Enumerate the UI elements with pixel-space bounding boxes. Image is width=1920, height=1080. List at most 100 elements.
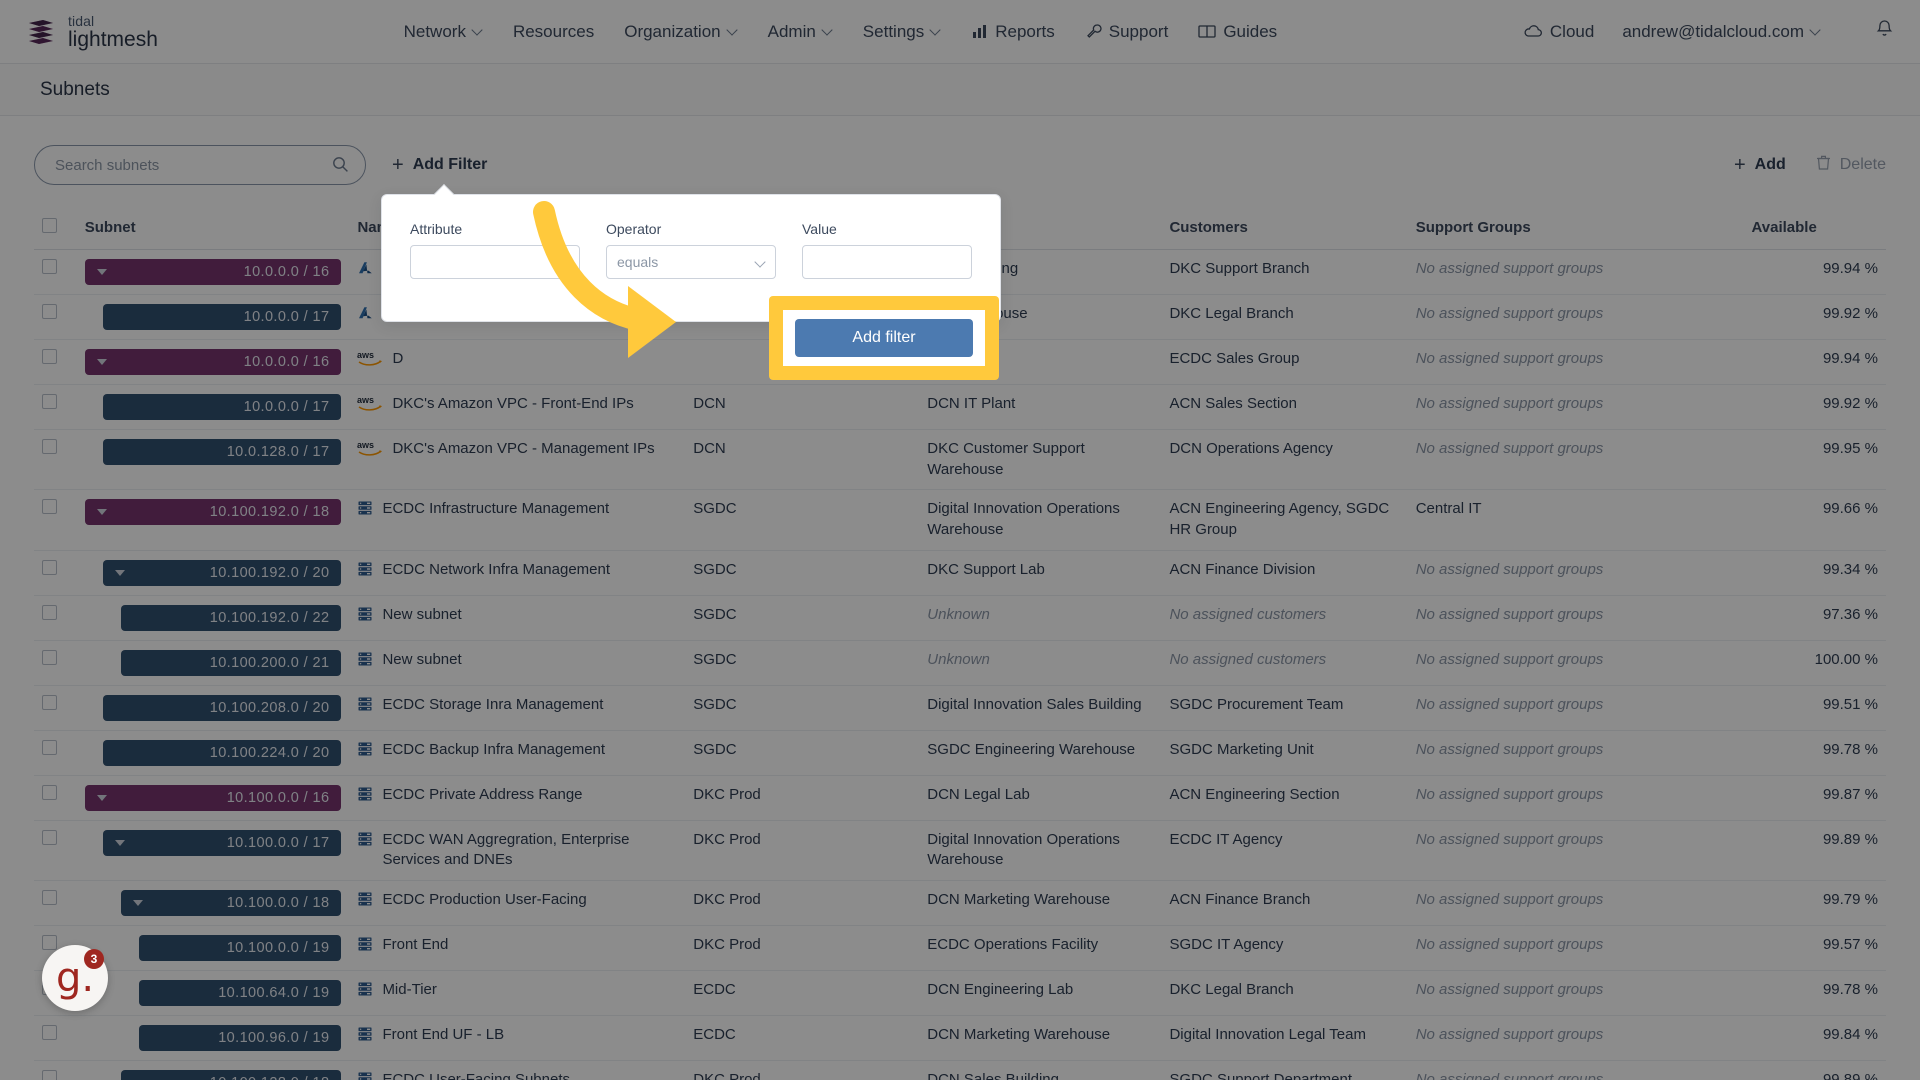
table-row[interactable]: 10.100.224.0 / 20 ECDC Backup Infra Manag… — [34, 730, 1886, 776]
server-icon — [357, 500, 373, 516]
select-all-header — [34, 208, 77, 250]
subnet-badge[interactable]: 10.0.0.0 / 16 — [84, 349, 342, 375]
support-groups-cell: No assigned support groups — [1407, 685, 1744, 731]
support-groups-cell: No assigned support groups — [1407, 1060, 1744, 1080]
table-row[interactable]: 10.0.0.0 / 17 aws DKC's Amazon VPC - Front… — [34, 384, 1886, 430]
expand-caret-icon[interactable] — [96, 509, 107, 516]
subnet-badge[interactable]: 10.100.0.0 / 18 — [120, 890, 342, 917]
table-row[interactable]: 10.100.64.0 / 19 Mid-Tier ECDC DCN Engineer… — [34, 970, 1886, 1017]
row-checkbox[interactable] — [42, 394, 57, 409]
subnet-badge[interactable]: 10.100.192.0 / 18 — [84, 499, 342, 526]
table-row[interactable]: 10.0.128.0 / 17 aws DKC's Amazon VPC - Man… — [34, 429, 1886, 491]
nav-item-reports[interactable]: Reports — [971, 22, 1055, 42]
row-checkbox[interactable] — [42, 649, 57, 665]
bell-icon[interactable] — [1875, 19, 1894, 44]
row-checkbox[interactable] — [42, 304, 57, 319]
expand-caret-icon[interactable] — [114, 839, 125, 846]
subnet-badge[interactable]: 10.100.64.0 / 19 — [138, 980, 342, 1007]
subnet-badge[interactable]: 10.100.192.0 / 20 — [102, 559, 342, 586]
row-select-cell — [34, 1015, 77, 1062]
row-checkbox[interactable] — [42, 439, 57, 454]
table-row[interactable]: 10.100.192.0 / 20 ECDC Network Infra Mana… — [34, 550, 1886, 596]
column-header-subnet[interactable]: Subnet — [76, 208, 350, 250]
nav-item-settings[interactable]: Settings — [863, 22, 941, 42]
row-checkbox[interactable] — [42, 559, 57, 575]
nav-item-resources[interactable]: Resources — [513, 22, 594, 42]
subnet-cidr: 10.100.0.0 / 17 — [226, 834, 330, 851]
column-header-available[interactable]: Available — [1743, 208, 1886, 250]
expand-caret-icon[interactable] — [96, 359, 107, 365]
nav-item-support[interactable]: Support — [1085, 22, 1168, 42]
row-checkbox[interactable] — [42, 604, 57, 620]
row-select-cell — [34, 730, 77, 776]
add-button[interactable]: + Add — [1734, 155, 1786, 175]
expand-caret-icon[interactable] — [96, 794, 107, 801]
table-row[interactable]: 10.100.192.0 / 18 ECDC Infrastructure Man… — [34, 489, 1886, 551]
nav-label-resources: Resources — [512, 21, 595, 41]
row-checkbox[interactable] — [42, 499, 57, 515]
row-checkbox[interactable] — [42, 739, 57, 755]
row-checkbox[interactable] — [42, 259, 57, 274]
table-row[interactable]: 10.100.192.0 / 22 New subnet SGDC Unknown No… — [34, 595, 1886, 641]
table-row[interactable]: 10.100.0.0 / 17 ECDC WAN Aggregration, En… — [34, 820, 1886, 882]
expand-caret-icon[interactable] — [96, 269, 107, 275]
table-row[interactable]: 10.100.200.0 / 21 New subnet SGDC Unknown No… — [34, 640, 1886, 686]
row-checkbox[interactable] — [42, 1025, 57, 1041]
subnet-cidr: 10.100.192.0 / 20 — [209, 564, 330, 581]
delete-button[interactable]: Delete — [1816, 154, 1886, 176]
add-filter-submit-button[interactable]: Add filter — [795, 319, 973, 357]
table-row[interactable]: 10.100.128.0 / 18 ECDC User-Facing Subnet… — [34, 1060, 1886, 1080]
available-cell: 99.84 % — [1743, 1015, 1886, 1062]
add-filter-button[interactable]: + Add Filter — [392, 155, 487, 175]
column-header-customers[interactable]: Customers — [1161, 208, 1408, 250]
site-value: DCN Marketing Warehouse — [927, 891, 1111, 909]
search-input[interactable] — [34, 145, 366, 185]
subnet-badge[interactable]: 10.100.224.0 / 20 — [102, 739, 342, 766]
subnet-badge[interactable]: 10.100.128.0 / 18 — [120, 1070, 342, 1080]
subnet-badge[interactable]: 10.100.0.0 / 19 — [138, 935, 342, 962]
expand-caret-icon[interactable] — [132, 900, 143, 907]
row-select-cell — [34, 294, 77, 340]
row-checkbox[interactable] — [42, 349, 57, 364]
subnet-badge[interactable]: 10.0.0.0 / 17 — [102, 394, 342, 420]
subnet-badge[interactable]: 10.100.208.0 / 20 — [102, 694, 342, 721]
table-row[interactable]: 10.100.208.0 / 20 ECDC Storage Inra Manag… — [34, 685, 1886, 731]
row-checkbox[interactable] — [42, 784, 57, 800]
nav-item-cloud[interactable]: Cloud — [1523, 22, 1594, 42]
subnet-name: ECDC Backup Infra Management — [382, 740, 606, 758]
nav-item-organization[interactable]: Organization — [624, 22, 737, 42]
search-icon[interactable] — [332, 156, 349, 178]
expand-caret-icon[interactable] — [114, 569, 125, 576]
subnet-badge[interactable]: 10.100.0.0 / 17 — [102, 829, 342, 856]
brand-logo[interactable]: tidal lightmesh — [26, 14, 158, 50]
subnet-badge[interactable]: 10.100.200.0 / 21 — [120, 649, 342, 676]
site-value: DCN IT Plant — [927, 395, 1016, 412]
table-row[interactable]: 10.100.0.0 / 19 Front End DKC Prod ECDC Ope… — [34, 925, 1886, 972]
subnet-badge[interactable]: 10.0.128.0 / 17 — [102, 439, 342, 465]
row-select-cell — [34, 685, 77, 731]
subnet-badge[interactable]: 10.100.96.0 / 19 — [138, 1025, 342, 1052]
table-row[interactable]: 10.100.0.0 / 16 ECDC Private Address Rang… — [34, 775, 1886, 821]
subnet-badge[interactable]: 10.0.0.0 / 16 — [84, 259, 342, 285]
row-checkbox[interactable] — [42, 694, 57, 710]
table-row[interactable]: 10.100.96.0 / 19 Front End UF - LB ECDC DCN… — [34, 1015, 1886, 1062]
table-row[interactable]: 10.100.0.0 / 18 ECDC Production User-Faci… — [34, 880, 1886, 927]
nav-item-account[interactable]: andrew@tidalcloud.com — [1622, 22, 1821, 42]
select-all-checkbox[interactable] — [42, 218, 57, 233]
column-header-support-groups[interactable]: Support Groups — [1407, 208, 1744, 250]
subnet-badge[interactable]: 10.100.0.0 / 16 — [84, 784, 342, 811]
row-checkbox[interactable] — [42, 829, 57, 845]
support-groups-cell: No assigned support groups — [1407, 970, 1744, 1017]
guide-widget-button[interactable]: g. 3 — [42, 945, 108, 1011]
nav-item-network[interactable]: Network — [404, 22, 483, 42]
row-checkbox[interactable] — [42, 1070, 57, 1080]
row-checkbox[interactable] — [42, 935, 57, 951]
nav-item-guides[interactable]: Guides — [1198, 22, 1277, 42]
row-checkbox[interactable] — [42, 890, 57, 906]
subnet-cell: 10.100.200.0 / 21 — [76, 640, 350, 686]
nav-item-admin[interactable]: Admin — [768, 22, 833, 42]
subnet-badge[interactable]: 10.100.192.0 / 22 — [120, 604, 342, 631]
value-input[interactable] — [802, 245, 972, 279]
page-title: Subnets — [40, 78, 110, 100]
subnet-badge[interactable]: 10.0.0.0 / 17 — [102, 304, 342, 330]
